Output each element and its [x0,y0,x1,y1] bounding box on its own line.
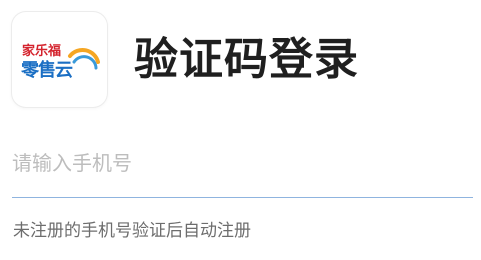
auto-register-hint: 未注册的手机号验证后自动注册 [13,221,251,241]
page-title: 验证码登录 [134,33,359,85]
login-page: 家乐福 零售云 验证码登录 未注册的手机号验证后自动注册 [0,0,481,260]
phone-input[interactable] [12,138,473,188]
header: 家乐福 零售云 验证码登录 [12,12,359,107]
logo-brand-text: 家乐福 [22,44,62,59]
phone-field [12,138,473,198]
app-logo: 家乐福 零售云 [12,12,107,107]
logo-product-text: 零售云 [21,60,73,81]
